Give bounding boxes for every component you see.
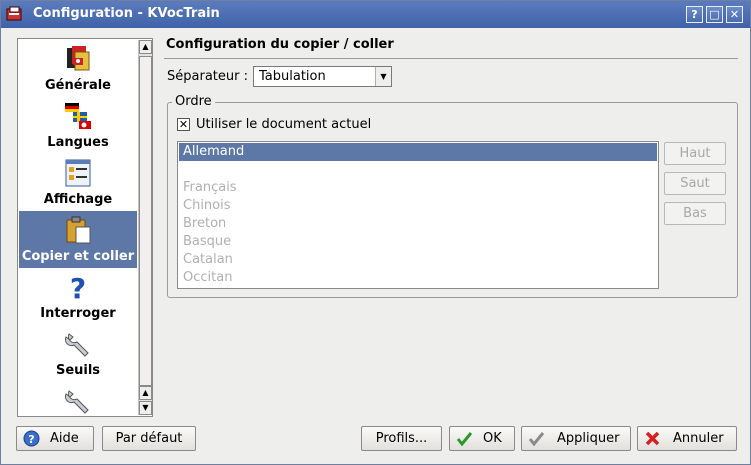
ok-button[interactable]: OK [449,426,515,451]
help-icon: ? [23,430,40,447]
check-icon [528,432,545,447]
list-item[interactable]: Chinois [179,197,657,215]
title-bar[interactable]: Configuration - KVocTrain ? □ ✕ [1,1,750,28]
svg-text:?: ? [70,272,86,302]
view-list-icon [65,159,91,187]
sidebar-item-label: Générale [44,78,111,93]
flags-icon [65,103,91,129]
sidebar: Générale Langues Affichage Copier et col… [17,38,153,417]
list-item[interactable]: Breton [179,215,657,233]
use-current-doc-label[interactable]: Utiliser le document actuel [196,117,371,132]
sidebar-item-more[interactable] [19,382,137,416]
cancel-x-icon [645,431,660,446]
flags-book-icon [67,46,90,71]
cancel-button-label: Annuler [673,431,724,446]
clipboard-paste-icon [66,216,91,244]
help-button[interactable]: ? Aide [16,426,94,451]
language-order-list[interactable]: Allemand Français Chinois Breton Basque … [177,141,659,289]
list-item[interactable] [179,161,657,179]
help-titlebar-button[interactable]: ? [686,6,703,23]
check-icon [456,432,473,447]
list-item[interactable]: Français [179,179,657,197]
list-item[interactable]: Allemand [179,143,657,161]
sidebar-item-label: Interroger [40,306,116,321]
svg-text:?: ? [28,433,34,446]
sidebar-item-label: Seuils [55,363,101,378]
ok-button-label: OK [483,431,502,446]
list-item[interactable]: Basque [179,233,657,251]
sidebar-item-langues[interactable]: Langues [19,97,137,154]
sidebar-item-generale[interactable]: Générale [19,40,137,97]
scroll-up-button[interactable]: ▲ [139,40,152,54]
separator-value: Tabulation [259,69,326,84]
scroll-down-button[interactable]: ▼ [139,401,152,415]
jump-button[interactable]: Saut [664,172,726,195]
page-title: Configuration du copier / coller [166,37,394,52]
config-dialog: Configuration - KVocTrain ? □ ✕ Générale… [0,0,751,465]
profiles-button[interactable]: Profils... [361,426,442,451]
kvoctrain-app-icon [6,6,22,21]
move-up-button[interactable]: Haut [664,142,726,165]
sidebar-item-affichage[interactable]: Affichage [19,154,137,211]
sidebar-item-copier-coller[interactable]: Copier et coller [19,211,137,268]
apply-button[interactable]: Appliquer [521,426,631,451]
sidebar-item-seuils[interactable]: Seuils [19,325,137,382]
close-window-button[interactable]: ✕ [726,6,743,23]
list-item[interactable]: Occitan [179,269,657,287]
question-mark-icon: ? [70,272,86,302]
order-group-title: Ordre [172,94,215,109]
scroll-up-button-bottom[interactable]: ▲ [139,386,152,400]
list-item[interactable]: Catalan [179,251,657,269]
sidebar-item-label: Langues [47,135,109,150]
window-title: Configuration - KVocTrain [33,6,220,21]
title-divider [164,58,738,59]
separator-select[interactable]: Tabulation ▼ [253,66,392,87]
wrench-icon [64,333,89,357]
maximize-button[interactable]: □ [706,6,723,23]
sidebar-item-label: Copier et coller [21,249,135,264]
sidebar-item-interroger[interactable]: ? Interroger [19,268,137,325]
cancel-button[interactable]: Annuler [637,426,737,451]
defaults-button[interactable]: Par défaut [102,426,196,451]
help-button-label: Aide [50,431,79,446]
sidebar-item-label: Affichage [43,192,113,207]
move-down-button[interactable]: Bas [664,202,726,225]
use-current-doc-checkbox[interactable]: ✕ [177,118,190,131]
apply-button-label: Appliquer [557,431,620,446]
separator-label: Séparateur : [167,69,248,84]
wrench-icon [64,390,89,414]
scroll-thumb[interactable] [139,56,152,386]
chevron-down-icon[interactable]: ▼ [375,67,391,86]
sidebar-scrollbar[interactable]: ▲ ▲ ▼ [138,40,152,415]
